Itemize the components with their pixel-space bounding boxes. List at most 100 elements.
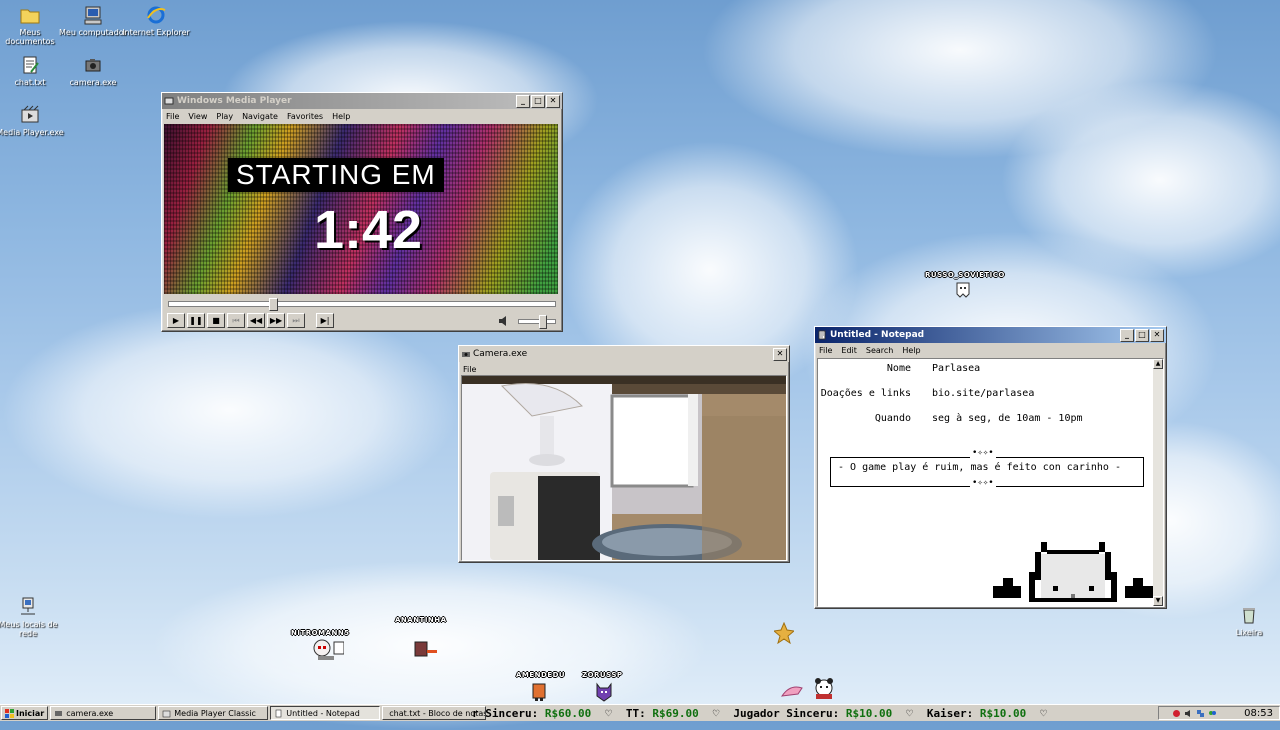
heart-icon: ♡: [605, 706, 612, 720]
volume-slider[interactable]: [518, 315, 556, 329]
seek-bar[interactable]: [168, 298, 556, 311]
desktop-icon-label: chat.txt: [14, 78, 46, 87]
skip-back-button[interactable]: ⏮: [227, 313, 245, 328]
imp-avatar-icon: [596, 682, 612, 702]
taskbar: Iniciar camera.exe Media Player Classic …: [0, 704, 1280, 721]
volume-thumb[interactable]: [538, 315, 547, 329]
donation-ticker: r Sinceru: R$60.00 ♡ TT: R$69.00 ♡ Jugad…: [472, 707, 1162, 720]
desktop-icon-internet-explorer[interactable]: Internet Explorer: [120, 4, 192, 37]
menu-edit[interactable]: Edit: [841, 346, 857, 355]
chat-avatar-nick: NITROMANN5: [291, 629, 350, 637]
start-button[interactable]: Iniciar: [1, 706, 49, 720]
pause-button[interactable]: ❚❚: [187, 313, 205, 328]
skull-avatar-icon: [313, 639, 344, 660]
scroll-up-button[interactable]: ▲: [1153, 359, 1163, 369]
menu-search[interactable]: Search: [866, 346, 893, 355]
transport-controls: ▶ ❚❚ ■ ⏮ ◀◀ ▶▶ ⏭ ▶|: [166, 313, 334, 328]
menu-navigate[interactable]: Navigate: [242, 112, 278, 121]
desktop-icon-network-places[interactable]: Meus locais de rede: [0, 596, 64, 638]
notepad-app-icon: [818, 330, 826, 340]
donation-amount: R$69.00: [652, 706, 699, 720]
seek-thumb[interactable]: [269, 298, 279, 311]
clock[interactable]: 08:53: [1244, 708, 1273, 719]
desktop-icon-label: Meus documentos: [5, 28, 55, 46]
notepad-icon: [275, 709, 282, 717]
donation-amount: R$10.00: [979, 706, 1027, 720]
tray-antivirus-icon[interactable]: [1172, 709, 1181, 718]
fast-forward-button[interactable]: ▶▶: [267, 313, 285, 328]
pink-bird-avatar-icon: [780, 686, 803, 697]
stop-button[interactable]: ■: [207, 313, 225, 328]
desktop-icon-media-player[interactable]: Media Player.exe: [0, 104, 66, 137]
close-button[interactable]: ✕: [773, 347, 787, 361]
video-area[interactable]: STARTING EM 1:42: [164, 124, 558, 294]
media-player-titlebar[interactable]: Windows Media Player _ □ ✕: [162, 93, 562, 109]
vertical-scrollbar[interactable]: ▲ ▼: [1153, 359, 1163, 606]
field-label-when: Quando: [874, 413, 911, 424]
camera-window: Camera.exe ✕ File: [458, 345, 790, 563]
desktop-icon-recycle-bin[interactable]: Lixeira: [1213, 604, 1280, 637]
media-player-menubar: File View Play Navigate Favorites Help: [162, 109, 562, 123]
ghost-avatar-icon: [956, 282, 970, 298]
close-button[interactable]: ✕: [546, 94, 560, 108]
menu-file[interactable]: File: [463, 365, 476, 374]
speaker-icon[interactable]: [498, 315, 510, 327]
chat-avatar-nick: AMENDEDU: [516, 671, 566, 679]
minimize-button[interactable]: _: [516, 94, 530, 108]
donation-amount: R$10.00: [845, 706, 893, 720]
internet-explorer-icon: [147, 6, 166, 24]
donor-name: r Sinceru:: [472, 706, 539, 720]
notepad-titlebar[interactable]: Untitled - Notepad _ □ ✕: [815, 327, 1166, 343]
maximize-button[interactable]: □: [1135, 328, 1149, 342]
desktop-icon-label: Meus locais de rede: [0, 620, 58, 638]
star-avatar-icon: [774, 622, 794, 644]
menu-favorites[interactable]: Favorites: [287, 112, 323, 121]
desktop-icon-my-computer[interactable]: Meu computador: [57, 4, 129, 37]
heart-icon: ♡: [712, 706, 720, 720]
minimize-button[interactable]: _: [1120, 328, 1134, 342]
donation-item: r Sinceru: R$60.00: [472, 707, 591, 720]
rewind-button[interactable]: ◀◀: [247, 313, 265, 328]
menu-play[interactable]: Play: [216, 112, 233, 121]
menu-help[interactable]: Help: [902, 346, 920, 355]
camera-titlebar[interactable]: Camera.exe ✕: [459, 346, 789, 362]
skip-forward-button[interactable]: ⏭: [287, 313, 305, 328]
camera-icon: [85, 59, 101, 72]
system-tray: 08:53: [1158, 706, 1280, 720]
field-label-name: Nome: [886, 363, 911, 374]
chat-avatar-nick: ZORUSSP: [582, 671, 623, 679]
task-chat-txt[interactable]: chat.txt - Bloco de notas: [382, 706, 487, 720]
maximize-button[interactable]: □: [531, 94, 545, 108]
preview-button[interactable]: ▶|: [316, 313, 334, 328]
menu-view[interactable]: View: [188, 112, 207, 121]
notepad-window: Untitled - Notepad _ □ ✕ File Edit Searc…: [814, 326, 1167, 609]
tray-messenger-icon[interactable]: [1208, 709, 1217, 718]
menu-help[interactable]: Help: [332, 112, 350, 121]
menu-file[interactable]: File: [166, 112, 179, 121]
task-camera[interactable]: camera.exe: [50, 706, 157, 720]
media-player-window: Windows Media Player _ □ ✕ File View Pla…: [161, 92, 563, 332]
bear-avatar-icon: [815, 678, 833, 699]
chat-avatar-nick: RUSSO_SOVIETICO: [925, 271, 1005, 279]
play-button[interactable]: ▶: [167, 313, 185, 328]
notepad-text-area[interactable]: Nome Parlasea Doações e links bio.site/p…: [817, 358, 1164, 607]
donation-item: Jugador Sinceru: R$10.00: [733, 707, 892, 720]
field-label-links: Doações e links: [820, 388, 911, 399]
desktop-icon-label: camera.exe: [69, 78, 117, 87]
desktop-icon-label: Internet Explorer: [122, 28, 190, 37]
desktop-icon-label: Meu computador: [59, 28, 127, 37]
chat-avatar-nick: ANANTINHA: [395, 616, 447, 624]
tray-volume-icon[interactable]: [1184, 709, 1193, 718]
task-media-player[interactable]: Media Player Classic: [158, 706, 269, 720]
task-notepad[interactable]: Untitled - Notepad: [270, 706, 381, 720]
window-title: Windows Media Player: [177, 96, 292, 106]
menu-file[interactable]: File: [819, 346, 832, 355]
tray-network-icon[interactable]: [1196, 709, 1205, 718]
scroll-down-button[interactable]: ▼: [1153, 596, 1163, 606]
window-title: Untitled - Notepad: [830, 330, 925, 340]
desktop-icon-label: Media Player.exe: [0, 128, 64, 137]
pixel-cat-art: [993, 542, 1153, 602]
desktop-icon-camera-exe[interactable]: camera.exe: [57, 54, 129, 87]
close-button[interactable]: ✕: [1150, 328, 1164, 342]
task-label: camera.exe: [66, 708, 114, 718]
